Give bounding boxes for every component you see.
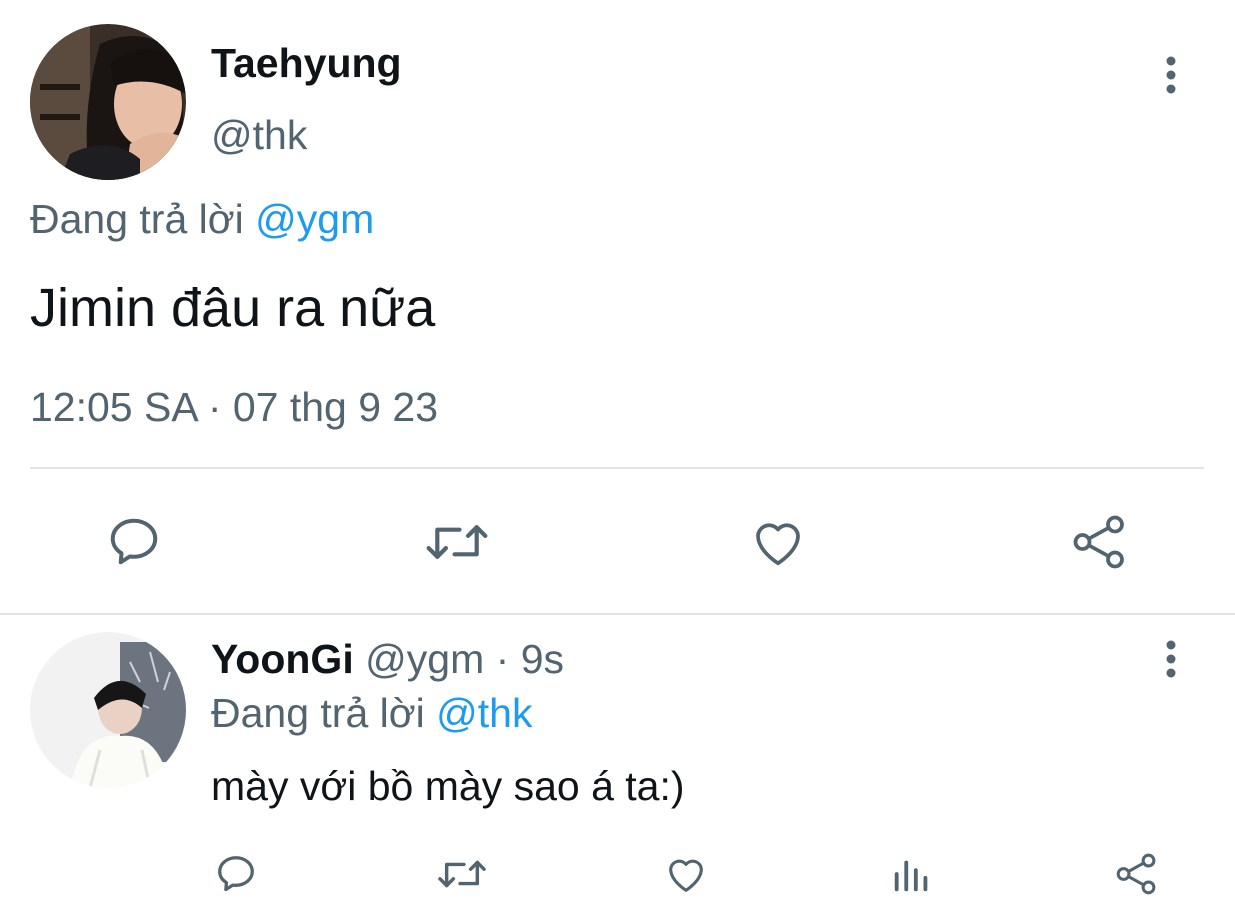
- replying-to: Đang trả lời @thk: [211, 690, 532, 736]
- tweet-text: mày với bồ mày sao á ta:): [211, 763, 685, 809]
- avatar[interactable]: [30, 632, 186, 788]
- display-name[interactable]: YoonGi: [211, 636, 354, 682]
- timestamp[interactable]: 12:05 SA · 07 thg 9 23: [30, 384, 438, 430]
- reply-icon[interactable]: [104, 512, 164, 572]
- handle[interactable]: @ygm: [365, 636, 484, 682]
- heart-icon[interactable]: [663, 851, 709, 897]
- retweet-icon[interactable]: [437, 851, 487, 897]
- time-ago[interactable]: 9s: [521, 636, 564, 682]
- divider: [0, 613, 1235, 615]
- reply-header: YoonGi @ygm · 9s: [211, 636, 564, 682]
- retweet-icon[interactable]: [425, 512, 489, 572]
- more-vertical-icon[interactable]: [1157, 56, 1185, 96]
- reply-to-link[interactable]: @thk: [436, 690, 532, 736]
- avatar[interactable]: [30, 24, 186, 180]
- divider: [30, 467, 1204, 469]
- more-vertical-icon[interactable]: [1157, 640, 1185, 680]
- replying-to: Đang trả lời @ygm: [30, 196, 374, 242]
- tweet-text: Jimin đâu ra nữa: [30, 278, 436, 338]
- separator: ·: [495, 636, 510, 682]
- display-name[interactable]: Taehyung: [211, 40, 402, 86]
- reply-to-link[interactable]: @ygm: [255, 196, 374, 242]
- reply-icon[interactable]: [213, 851, 259, 897]
- views-icon[interactable]: [889, 851, 935, 897]
- reply-prefix: Đang trả lời: [211, 690, 425, 736]
- share-icon[interactable]: [1070, 512, 1130, 572]
- share-icon[interactable]: [1114, 851, 1160, 897]
- heart-icon[interactable]: [748, 512, 808, 572]
- reply-prefix: Đang trả lời: [30, 196, 244, 242]
- handle[interactable]: @thk: [211, 112, 307, 158]
